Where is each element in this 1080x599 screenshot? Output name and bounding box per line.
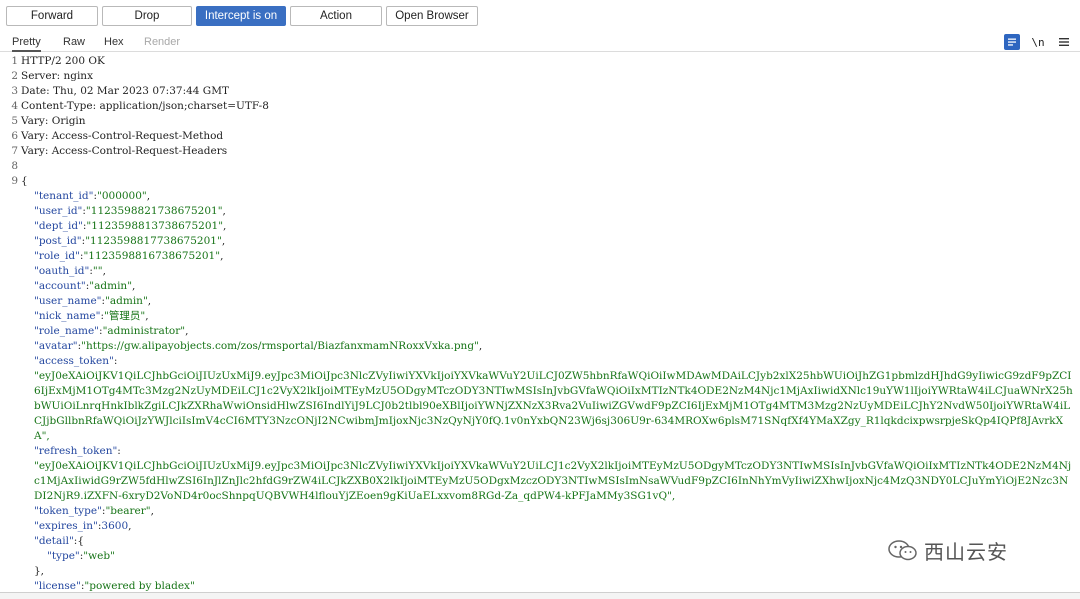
drop-button[interactable]: Drop <box>102 6 192 26</box>
header-line: Vary: Access-Control-Request-Method <box>21 130 224 142</box>
line-number: 4 <box>11 100 18 112</box>
newline-toggle-label: \n <box>1031 35 1045 49</box>
view-options: \n <box>1004 34 1072 50</box>
post-id-value: 1123598817738675201 <box>90 235 217 247</box>
user-id-value: 1123598821738675201 <box>90 205 218 217</box>
line-number: 2 <box>11 70 18 82</box>
json-field-user-id: "user_id":"1123598821738675201", <box>34 205 226 217</box>
token-type-value: bearer <box>110 505 146 517</box>
header-line: Vary: Origin <box>21 115 86 127</box>
refresh-token-value: eyJ0eXAiOiJKV1QiLCJhbGciOiJIUzUxMiJ9.eyJ… <box>34 460 1072 502</box>
code-line: 8 <box>0 159 1080 174</box>
wechat-logo-icon <box>888 539 917 560</box>
account-value: admin <box>94 280 128 292</box>
json-field-dept-id: "dept_id":"1123598813738675201", <box>34 220 227 232</box>
forward-button[interactable]: Forward <box>6 6 98 26</box>
header-line: Content-Type: application/json;charset=U… <box>21 100 269 112</box>
json-field-nick-name: "nick_name":"管理员", <box>34 310 149 322</box>
json-field-avatar: "avatar":"https://gw.alipayobjects.com/z… <box>34 340 483 352</box>
json-field-role-name: "role_name":"administrator", <box>34 325 189 337</box>
intercept-toolbar: Forward Drop Intercept is on Action Open… <box>0 0 1080 32</box>
bottom-search-bar <box>0 592 1080 599</box>
expires-in-value: 3600 <box>101 520 129 532</box>
role-name-value: administrator <box>107 325 181 337</box>
code-line: 7 Vary: Access-Control-Request-Headers <box>0 144 1080 159</box>
json-close-detail: }, <box>34 565 45 577</box>
json-field-user-name: "user_name":"admin", <box>34 295 152 307</box>
hamburger-menu-icon[interactable] <box>1056 34 1072 50</box>
line-number: 6 <box>11 130 18 142</box>
code-line: 1 HTTP/2 200 OK <box>0 54 1080 69</box>
word-wrap-icon[interactable] <box>1004 34 1020 50</box>
access-token-value: eyJ0eXAiOiJKV1QiLCJhbGciOiJIUzUxMiJ9.eyJ… <box>34 370 1073 442</box>
status-line: HTTP/2 200 OK <box>21 55 105 67</box>
watermark: 西山云安 <box>888 536 1008 565</box>
open-browser-button[interactable]: Open Browser <box>386 6 478 26</box>
message-view-tabs: Pretty Raw Hex Render \n <box>0 32 1080 52</box>
dept-id-value: 1123598813738675201 <box>91 220 219 232</box>
code-line: 6 Vary: Access-Control-Request-Method <box>0 129 1080 144</box>
line-number: 9 <box>11 175 18 187</box>
tab-raw[interactable]: Raw <box>63 36 85 48</box>
tenant-id-value: 000000 <box>101 190 142 202</box>
newline-icon[interactable]: \n <box>1030 34 1046 50</box>
user-name-value: admin <box>109 295 143 307</box>
tab-render[interactable]: Render <box>144 36 180 48</box>
detail-type-value: web <box>88 550 111 562</box>
code-line: 5 Vary: Origin <box>0 114 1080 129</box>
line-number: 8 <box>11 160 18 172</box>
json-field-oauth-id: "oauth_id":"", <box>34 265 106 277</box>
json-field-expires-in: "expires_in":3600, <box>34 520 132 532</box>
json-field-post-id: "post_id":"1123598817738675201", <box>34 235 226 247</box>
tab-pretty[interactable]: Pretty <box>12 36 41 52</box>
code-line: 9{ <box>0 174 1080 189</box>
header-line: Server: nginx <box>21 70 93 82</box>
line-number: 7 <box>11 145 18 157</box>
json-field-token-type: "token_type":"bearer", <box>34 505 154 517</box>
refresh-token-value-block: "eyJ0eXAiOiJKV1QiLCJhbGciOiJIUzUxMiJ9.ey… <box>34 460 1072 502</box>
json-field-refresh-token: "refresh_token": <box>34 445 121 457</box>
json-field-role-id: "role_id":"1123598816738675201", <box>34 250 224 262</box>
response-editor[interactable]: 1 HTTP/2 200 OK 2 Server: nginx 3 Date: Thu… <box>0 54 1080 592</box>
json-field-tenant-id: "tenant_id":"000000", <box>34 190 151 202</box>
line-number: 3 <box>11 85 18 97</box>
tab-hex[interactable]: Hex <box>104 36 124 48</box>
nick-name-value: 管理员 <box>108 310 141 322</box>
json-open-brace: { <box>21 175 28 187</box>
watermark-text: 西山云安 <box>924 540 1008 564</box>
code-line: 2 Server: nginx <box>0 69 1080 84</box>
intercept-toggle-button[interactable]: Intercept is on <box>196 6 286 26</box>
code-line: 4 Content-Type: application/json;charset=… <box>0 99 1080 114</box>
header-line: Vary: Access-Control-Request-Headers <box>21 145 228 157</box>
access-token-value-block: "eyJ0eXAiOiJKV1QiLCJhbGciOiJIUzUxMiJ9.ey… <box>34 370 1073 442</box>
role-id-value: 1123598816738675201 <box>88 250 216 262</box>
json-field-account: "account":"admin", <box>34 280 136 292</box>
action-button[interactable]: Action <box>290 6 382 26</box>
line-number: 5 <box>11 115 18 127</box>
json-field-license: "license":"powered by bladex" <box>34 580 195 592</box>
avatar-url-value: https://gw.alipayobjects.com/zos/rmsport… <box>86 340 475 352</box>
json-field-access-token: "access_token": <box>34 355 118 367</box>
license-value: powered by bladex <box>89 580 190 592</box>
code-line: 3 Date: Thu, 02 Mar 2023 07:37:44 GMT <box>0 84 1080 99</box>
line-number: 1 <box>11 55 18 67</box>
header-line: Date: Thu, 02 Mar 2023 07:37:44 GMT <box>21 85 229 97</box>
